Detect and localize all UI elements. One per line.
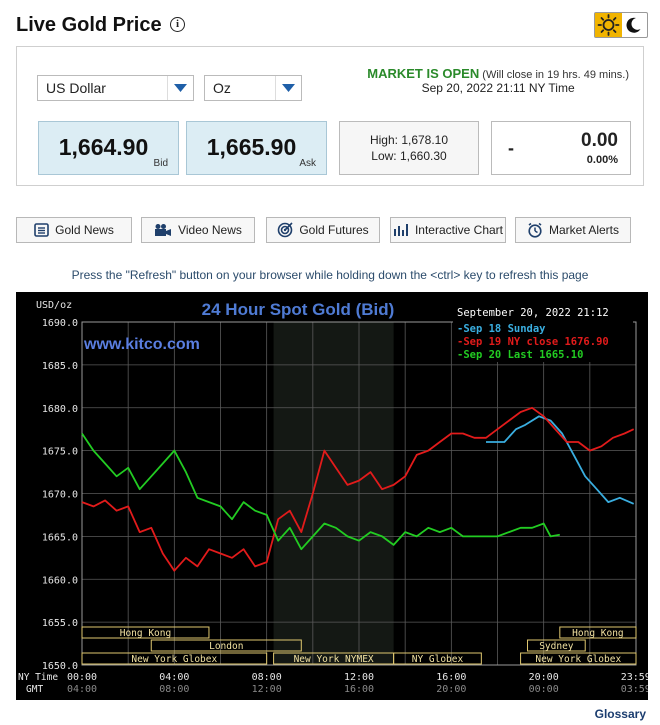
- newspaper-icon: [34, 223, 49, 237]
- y-tick-label: 1690.0: [42, 318, 78, 329]
- ask-box: 1,665.90 Ask: [186, 121, 327, 175]
- y-tick-label: 1685.0: [42, 361, 78, 372]
- y-tick-label: 1670.0: [42, 490, 78, 501]
- y-tick-label: 1655.0: [42, 618, 78, 629]
- market-alerts-button[interactable]: Market Alerts: [515, 217, 631, 243]
- x-tick-label-gmt: 16:00: [344, 684, 374, 695]
- market-open-label: MARKET IS OPEN: [367, 66, 480, 81]
- bar-chart-icon: [393, 224, 408, 236]
- x-tick-label-gmt: 20:00: [436, 684, 466, 695]
- bid-label: Bid: [153, 158, 168, 169]
- market-close-note: (Will close in 19 hrs. 49 mins.): [482, 69, 629, 81]
- y-axis-label: USD/oz: [36, 300, 72, 311]
- x-tick-label-ny: 08:00: [252, 672, 282, 683]
- x-tick-label-ny: 20:00: [529, 672, 559, 683]
- x-tick-label-ny: 16:00: [436, 672, 466, 683]
- nav-bar: Gold News Video News Gold Futures Intera…: [16, 217, 646, 245]
- x-tick-label-gmt: 00:00: [529, 684, 559, 695]
- gold-price-chart: Hong Kong London New York Globex New York N…: [16, 292, 648, 700]
- session-label: New York NYMEX: [294, 654, 374, 665]
- video-news-button[interactable]: Video News: [141, 217, 255, 243]
- ask-label: Ask: [299, 158, 316, 169]
- currency-select[interactable]: US Dollar: [37, 75, 194, 101]
- y-tick-label: 1680.0: [42, 404, 78, 415]
- ask-price: 1,665.90: [206, 134, 297, 160]
- target-icon: [278, 222, 293, 238]
- x-tick-label-gmt: 12:00: [252, 684, 282, 695]
- x-tick-label-ny: 12:00: [344, 672, 374, 683]
- market-time: Sep 20, 2022 21:11 NY Time: [421, 81, 575, 95]
- refresh-note: Press the "Refresh" button on your brows…: [71, 268, 589, 282]
- high-value: High: 1,678.10: [369, 133, 449, 147]
- legend-item: -Sep 19 NY close 1676.90: [457, 336, 609, 348]
- high-low-box: High: 1,678.10 Low: 1,660.30: [339, 121, 479, 175]
- chevron-down-icon: [167, 76, 193, 100]
- interactive-chart-button[interactable]: Interactive Chart: [390, 217, 506, 243]
- x-tick-label-gmt: 08:00: [159, 684, 189, 695]
- x-tick-label-ny: 23:59: [621, 672, 648, 683]
- gold-news-button[interactable]: Gold News: [16, 217, 132, 243]
- y-tick-label: 1650.0: [42, 661, 78, 672]
- change-value: 0.00: [581, 130, 618, 151]
- x-tick-label-ny: 04:00: [159, 672, 189, 683]
- x-tick-label-gmt: 03:59: [621, 684, 648, 695]
- theme-toggle[interactable]: [594, 12, 648, 38]
- x-tick-label-ny: 00:00: [67, 672, 97, 683]
- gold-futures-label: Gold Futures: [299, 223, 369, 237]
- unit-value: Oz: [213, 80, 231, 96]
- y-tick-label: 1665.0: [42, 532, 78, 543]
- moon-icon: [621, 13, 647, 37]
- legend-item: -Sep 18 Sunday: [457, 323, 546, 335]
- x-axis-gmt-label: GMT: [26, 684, 43, 695]
- gold-futures-button[interactable]: Gold Futures: [266, 217, 380, 243]
- unit-select[interactable]: Oz: [204, 75, 302, 101]
- change-box: - 0.00 0.00%: [491, 121, 631, 175]
- chart-timestamp: September 20, 2022 21:12: [457, 307, 609, 319]
- low-value: Low: 1,660.30: [371, 149, 447, 163]
- sun-icon: [595, 13, 622, 37]
- video-camera-icon: [155, 224, 172, 236]
- market-alerts-label: Market Alerts: [548, 223, 620, 237]
- alarm-clock-icon: [528, 222, 542, 238]
- session-label: London: [209, 641, 243, 652]
- legend-item: -Sep 20 Last 1665.10: [457, 349, 583, 361]
- session-label: New York Globex: [131, 654, 217, 665]
- chart-title: 24 Hour Spot Gold (Bid): [202, 300, 395, 319]
- market-status: MARKET IS OPEN (Will close in 19 hrs. 49…: [367, 67, 629, 95]
- info-icon[interactable]: i: [170, 17, 185, 32]
- interactive-chart-label: Interactive Chart: [414, 223, 504, 237]
- x-tick-label-gmt: 04:00: [67, 684, 97, 695]
- price-panel: US Dollar Oz MARKET IS OPEN (Will close …: [16, 46, 644, 186]
- glossary-link[interactable]: Glossary: [595, 707, 646, 721]
- y-tick-label: 1675.0: [42, 447, 78, 458]
- gold-news-label: Gold News: [55, 223, 114, 237]
- bid-box: 1,664.90 Bid: [38, 121, 179, 175]
- session-label: New York Globex: [535, 654, 621, 665]
- title-bar: Live Gold Price i: [16, 12, 648, 40]
- chevron-down-icon: [275, 76, 301, 100]
- video-news-label: Video News: [178, 223, 242, 237]
- change-direction: -: [508, 138, 514, 158]
- bid-price: 1,664.90: [58, 134, 149, 160]
- session-label: Hong Kong: [120, 628, 171, 639]
- session-label: NY Globex: [412, 654, 464, 665]
- chart-canvas: Hong Kong London New York Globex New York N…: [18, 300, 648, 695]
- session-label: Hong Kong: [572, 628, 623, 639]
- chart-watermark: www.kitco.com: [83, 336, 200, 353]
- series-line: [486, 415, 635, 505]
- page-title: Live Gold Price: [16, 14, 162, 36]
- x-axis-ny-label: NY Time: [18, 672, 58, 683]
- currency-value: US Dollar: [46, 80, 106, 96]
- y-tick-label: 1660.0: [42, 575, 78, 586]
- change-percent: 0.00%: [586, 154, 618, 166]
- session-label: Sydney: [539, 641, 574, 652]
